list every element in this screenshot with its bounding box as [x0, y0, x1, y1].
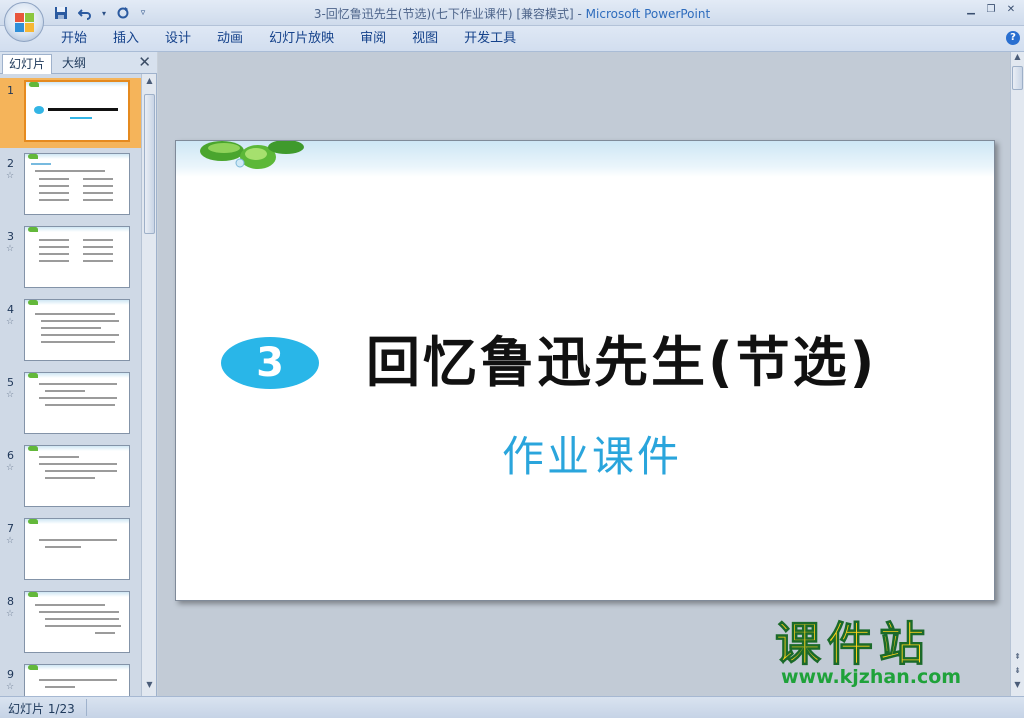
slide-thumbnail[interactable]: 7 ☆ — [0, 516, 141, 586]
slide-thumbnail[interactable]: 3 ☆ — [0, 224, 141, 294]
thumbnail-number: 7 — [7, 522, 14, 535]
status-bar: 幻灯片 1/23 — [0, 696, 1024, 718]
document-title: 3-回忆鲁迅先生(节选)(七下作业课件) [兼容模式] - — [313, 7, 586, 21]
app-name: Microsoft PowerPoint — [585, 7, 711, 21]
thumbnail-number: 6 — [7, 449, 14, 462]
scroll-up-icon[interactable]: ▲ — [144, 76, 155, 88]
thumbnail-number: 9 — [7, 668, 14, 681]
restore-icon[interactable]: ❐ — [982, 2, 1000, 18]
slide-counter: 幻灯片 1/23 — [8, 702, 75, 716]
thumbnail-preview — [24, 226, 130, 288]
tab-slides[interactable]: 幻灯片 — [2, 54, 53, 74]
close-pane-icon[interactable]: ✕ — [138, 53, 151, 71]
slides-pane: 幻灯片 大纲 ✕ 1 2 ☆ 3 ☆ 4 ☆ 5 ☆ 6 ☆ 7 ☆ 8 ☆ 9… — [0, 52, 157, 696]
slide-thumbnail[interactable]: 8 ☆ — [0, 589, 141, 659]
tab-home[interactable]: 开始 — [48, 29, 100, 49]
thumbnail-number: 3 — [7, 230, 14, 243]
office-logo-icon — [15, 13, 35, 33]
lesson-number-badge: 3 — [221, 337, 319, 389]
thumbnail-number: 5 — [7, 376, 14, 389]
animation-star-icon: ☆ — [6, 171, 15, 181]
tab-slideshow[interactable]: 幻灯片放映 — [256, 29, 347, 49]
scroll-down-icon[interactable]: ▼ — [144, 680, 155, 692]
minimize-icon[interactable]: ▁ — [962, 2, 980, 18]
tab-design[interactable]: 设计 — [152, 29, 204, 49]
animation-star-icon: ☆ — [6, 609, 15, 619]
tab-developer[interactable]: 开发工具 — [451, 29, 529, 49]
leaf-decoration-icon — [200, 141, 304, 169]
slide-subtitle[interactable]: 作业课件 — [502, 423, 682, 484]
thumbnail-preview — [24, 80, 130, 142]
tab-insert[interactable]: 插入 — [100, 29, 152, 49]
window-controls: ▁ ❐ ✕ — [962, 2, 1020, 18]
office-button[interactable] — [4, 2, 44, 42]
scroll-down-icon[interactable]: ▼ — [1012, 680, 1023, 692]
slide-editing-area: 3 回忆鲁迅先生(节选) 作业课件 — [158, 52, 1010, 696]
slide-thumbnail[interactable]: 9 ☆ — [0, 662, 141, 696]
thumbnail-scrollbar[interactable]: ▲ ▼ — [141, 74, 156, 696]
slide-thumbnail[interactable]: 1 — [0, 78, 141, 148]
tab-view[interactable]: 视图 — [399, 29, 451, 49]
thumbnail-preview — [24, 518, 130, 580]
slide-thumbnail[interactable]: 5 ☆ — [0, 370, 141, 440]
thumbnail-preview — [24, 372, 130, 434]
animation-star-icon: ☆ — [6, 463, 15, 473]
window-title: 3-回忆鲁迅先生(节选)(七下作业课件) [兼容模式] - Microsoft … — [0, 5, 1024, 22]
thumbnail-preview — [24, 299, 130, 361]
scrollbar-thumb[interactable] — [1012, 66, 1023, 90]
ribbon: 开始 插入 设计 动画 幻灯片放映 审阅 视图 开发工具 ? — [0, 26, 1024, 52]
thumbnail-number: 8 — [7, 595, 14, 608]
animation-star-icon: ☆ — [6, 682, 15, 692]
pane-tabs: 幻灯片 大纲 ✕ — [0, 52, 157, 74]
thumbnail-number: 4 — [7, 303, 14, 316]
main-scrollbar[interactable]: ▲ ⇞ ⇟ ▼ — [1010, 52, 1024, 696]
scroll-up-icon[interactable]: ▲ — [1012, 52, 1023, 64]
thumbnail-preview — [24, 445, 130, 507]
slide-thumbnail[interactable]: 2 ☆ — [0, 151, 141, 221]
thumbnail-number: 2 — [7, 157, 14, 170]
tab-animations[interactable]: 动画 — [204, 29, 256, 49]
tab-outline[interactable]: 大纲 — [56, 54, 92, 74]
slide-thumbnail-list: 1 2 ☆ 3 ☆ 4 ☆ 5 ☆ 6 ☆ 7 ☆ 8 ☆ 9 ☆ — [0, 74, 141, 696]
thumbnail-preview — [24, 591, 130, 653]
close-window-icon[interactable]: ✕ — [1002, 2, 1020, 18]
next-slide-icon[interactable]: ⇟ — [1012, 666, 1023, 678]
tab-review[interactable]: 审阅 — [347, 29, 399, 49]
ribbon-tabs: 开始 插入 设计 动画 幻灯片放映 审阅 视图 开发工具 — [48, 29, 529, 49]
animation-star-icon: ☆ — [6, 536, 15, 546]
animation-star-icon: ☆ — [6, 390, 15, 400]
slide-thumbnail[interactable]: 4 ☆ — [0, 297, 141, 367]
status-divider — [86, 699, 87, 716]
slide-thumbnail[interactable]: 6 ☆ — [0, 443, 141, 513]
thumbnail-preview — [24, 153, 130, 215]
prev-slide-icon[interactable]: ⇞ — [1012, 652, 1023, 664]
animation-star-icon: ☆ — [6, 317, 15, 327]
slide-canvas[interactable]: 3 回忆鲁迅先生(节选) 作业课件 — [175, 140, 995, 601]
slide-title[interactable]: 回忆鲁迅先生(节选) — [366, 331, 877, 395]
title-bar: ▾ ▿ 3-回忆鲁迅先生(节选)(七下作业课件) [兼容模式] - Micros… — [0, 0, 1024, 26]
help-icon[interactable]: ? — [1006, 31, 1020, 45]
scrollbar-thumb[interactable] — [144, 94, 155, 234]
thumbnail-preview — [24, 664, 130, 696]
animation-star-icon: ☆ — [6, 244, 15, 254]
thumbnail-number: 1 — [7, 84, 14, 97]
